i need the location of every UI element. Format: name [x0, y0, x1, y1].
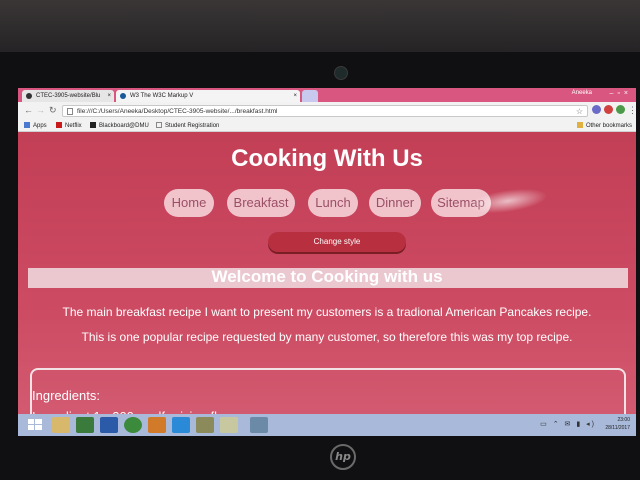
- windows-taskbar: ▭ ⌃ ✉ ▮ ◂) 23:00 28/11/2017: [18, 414, 636, 436]
- extension-icon[interactable]: [604, 105, 613, 114]
- web-page: Cooking With Us Home Breakfast Lunch Din…: [18, 132, 636, 428]
- system-tray-icons[interactable]: ▭ ⌃ ✉ ▮ ◂): [540, 420, 596, 428]
- nav-home[interactable]: Home: [164, 189, 214, 217]
- extension-icon[interactable]: [592, 105, 601, 114]
- clock-date: 28/11/2017: [605, 425, 630, 431]
- welcome-heading: Welcome to Cooking with us: [211, 267, 443, 286]
- close-tab-icon[interactable]: ×: [293, 90, 297, 102]
- bookmark-apps[interactable]: Apps: [24, 122, 47, 129]
- forward-arrow-icon[interactable]: →: [36, 105, 45, 115]
- page-title: Cooking With Us: [231, 145, 423, 172]
- app-icon[interactable]: [148, 417, 166, 433]
- browser-tabstrip: CTEC-3905-website/Blu × W3 The W3C Marku…: [18, 88, 636, 102]
- intro-paragraph: The main breakfast recipe I want to pres…: [62, 305, 592, 319]
- extension-icon[interactable]: [616, 105, 625, 114]
- skype-icon[interactable]: [172, 417, 190, 433]
- blackboard-icon: [90, 122, 96, 128]
- bookmarks-bar: Apps Netflix Blackboard@DMU Student Regi…: [18, 120, 636, 132]
- change-style-button[interactable]: Change style: [268, 232, 406, 252]
- word-icon[interactable]: [100, 417, 118, 433]
- github-icon: [26, 93, 32, 99]
- other-bookmarks[interactable]: Other bookmarks: [576, 122, 632, 129]
- ingredients-label: Ingredients:: [32, 388, 100, 403]
- app-icon[interactable]: [220, 417, 238, 433]
- new-tab-button[interactable]: [302, 90, 318, 102]
- nav-lunch[interactable]: Lunch: [308, 189, 358, 217]
- browser-tab-github[interactable]: CTEC-3905-website/Blu ×: [22, 90, 114, 102]
- netflix-icon: [56, 122, 62, 128]
- chrome-icon[interactable]: [124, 417, 142, 433]
- bookmark-netflix[interactable]: Netflix: [56, 122, 82, 129]
- star-icon[interactable]: ☆: [576, 106, 583, 118]
- taskbar-clock[interactable]: 23:00 28/11/2017: [605, 416, 630, 432]
- app-icon[interactable]: [250, 417, 268, 433]
- menu-icon[interactable]: ⋮: [628, 105, 636, 116]
- close-tab-icon[interactable]: ×: [107, 90, 111, 102]
- page-icon: [156, 122, 162, 128]
- app-icon[interactable]: [196, 417, 214, 433]
- laptop-bezel-top: [0, 0, 640, 56]
- folder-icon: [576, 122, 583, 128]
- laptop-screen: CTEC-3905-website/Blu × W3 The W3C Marku…: [18, 88, 636, 436]
- bookmark-student-registration[interactable]: Student Registration: [156, 122, 219, 129]
- hp-logo-icon: hp: [330, 444, 356, 470]
- tab-label: CTEC-3905-website/Blu: [36, 93, 101, 99]
- apps-grid-icon: [24, 122, 30, 128]
- back-arrow-icon[interactable]: ←: [24, 105, 33, 115]
- bookmark-blackboard[interactable]: Blackboard@DMU: [90, 122, 149, 129]
- window-controls[interactable]: –▫×: [610, 90, 632, 97]
- address-text: file:///C:/Users/Aneeka/Desktop/CTEC-390…: [77, 108, 278, 115]
- nav-breakfast[interactable]: Breakfast: [227, 189, 295, 217]
- tab-label: W3 The W3C Markup V: [130, 93, 194, 99]
- browser-toolbar: ← → ↻ file:///C:/Users/Aneeka/Desktop/CT…: [18, 102, 636, 120]
- profile-name[interactable]: Aneeka: [572, 90, 592, 96]
- file-explorer-icon[interactable]: [52, 417, 70, 433]
- nav-dinner[interactable]: Dinner: [369, 189, 421, 217]
- page-icon: [67, 108, 73, 115]
- reload-icon[interactable]: ↻: [49, 105, 57, 116]
- intro-paragraph: This is one popular recipe requested by …: [81, 330, 573, 344]
- clock-time: 23:00: [617, 417, 630, 423]
- w3c-icon: [120, 93, 126, 99]
- store-icon[interactable]: [76, 417, 94, 433]
- browser-tab-w3c[interactable]: W3 The W3C Markup V ×: [116, 90, 300, 102]
- webcam-icon: [334, 66, 348, 80]
- windows-start-icon[interactable]: [26, 417, 44, 433]
- address-bar[interactable]: file:///C:/Users/Aneeka/Desktop/CTEC-390…: [62, 105, 588, 117]
